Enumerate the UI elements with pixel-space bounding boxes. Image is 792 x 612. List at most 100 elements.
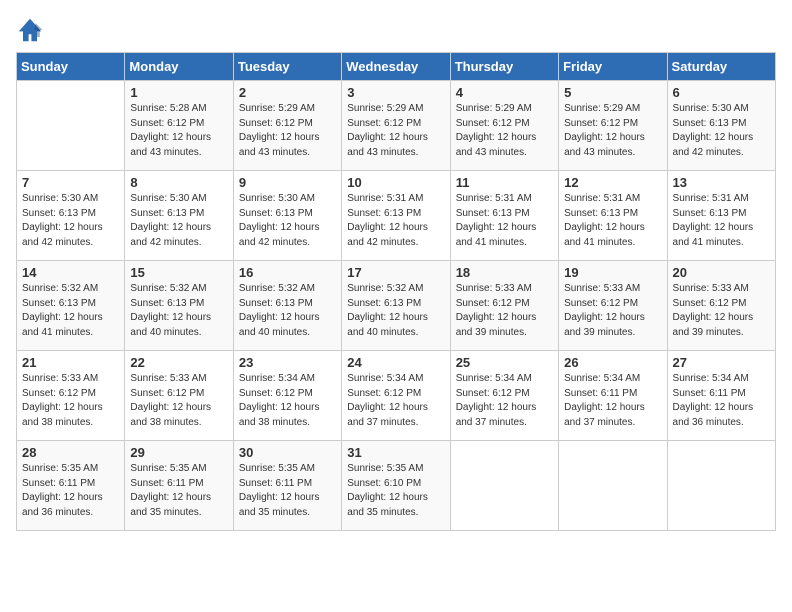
day-number: 29 bbox=[130, 445, 227, 460]
day-cell bbox=[450, 441, 558, 531]
day-number: 13 bbox=[673, 175, 770, 190]
day-info: Sunrise: 5:34 AM Sunset: 6:11 PM Dayligh… bbox=[564, 372, 661, 430]
day-number: 26 bbox=[564, 355, 661, 370]
day-number: 10 bbox=[347, 175, 444, 190]
week-row-4: 21Sunrise: 5:33 AM Sunset: 6:12 PM Dayli… bbox=[17, 351, 776, 441]
day-info: Sunrise: 5:33 AM Sunset: 6:12 PM Dayligh… bbox=[673, 282, 770, 340]
day-number: 15 bbox=[130, 265, 227, 280]
column-header-monday: Monday bbox=[125, 53, 233, 81]
day-info: Sunrise: 5:33 AM Sunset: 6:12 PM Dayligh… bbox=[130, 372, 227, 430]
day-number: 24 bbox=[347, 355, 444, 370]
day-number: 20 bbox=[673, 265, 770, 280]
day-cell: 26 Sunrise: 5:34 AM Sunset: 6:11 PM Dayli… bbox=[559, 351, 667, 441]
day-cell: 7Sunrise: 5:30 AM Sunset: 6:13 PM Daylig… bbox=[17, 171, 125, 261]
day-cell: 20 Sunrise: 5:33 AM Sunset: 6:12 PM Dayli… bbox=[667, 261, 775, 351]
week-row-5: 28 Sunrise: 5:35 AM Sunset: 6:11 PM Dayli… bbox=[17, 441, 776, 531]
day-info: Sunrise: 5:32 AM Sunset: 6:13 PM Dayligh… bbox=[130, 282, 227, 340]
day-number: 22 bbox=[130, 355, 227, 370]
day-info: Sunrise: 5:35 AM Sunset: 6:11 PM Dayligh… bbox=[130, 462, 227, 520]
day-number: 28 bbox=[22, 445, 119, 460]
day-info: Sunrise: 5:30 AM Sunset: 6:13 PM Dayligh… bbox=[673, 102, 770, 160]
logo bbox=[16, 16, 48, 44]
day-cell: 22 Sunrise: 5:33 AM Sunset: 6:12 PM Dayli… bbox=[125, 351, 233, 441]
day-number: 11 bbox=[456, 175, 553, 190]
column-header-tuesday: Tuesday bbox=[233, 53, 341, 81]
logo-icon bbox=[16, 16, 44, 44]
day-number: 23 bbox=[239, 355, 336, 370]
day-info: Sunrise: 5:29 AM Sunset: 6:12 PM Dayligh… bbox=[347, 102, 444, 160]
day-number: 8 bbox=[130, 175, 227, 190]
day-number: 19 bbox=[564, 265, 661, 280]
day-info: Sunrise: 5:30 AM Sunset: 6:13 PM Dayligh… bbox=[130, 192, 227, 250]
day-info: Sunrise: 5:34 AM Sunset: 6:12 PM Dayligh… bbox=[239, 372, 336, 430]
column-header-friday: Friday bbox=[559, 53, 667, 81]
day-number: 14 bbox=[22, 265, 119, 280]
day-cell: 11 Sunrise: 5:31 AM Sunset: 6:13 PM Dayli… bbox=[450, 171, 558, 261]
day-cell: 2 Sunrise: 5:29 AM Sunset: 6:12 PM Daylig… bbox=[233, 81, 341, 171]
column-header-sunday: Sunday bbox=[17, 53, 125, 81]
day-cell: 12 Sunrise: 5:31 AM Sunset: 6:13 PM Dayli… bbox=[559, 171, 667, 261]
day-info: Sunrise: 5:33 AM Sunset: 6:12 PM Dayligh… bbox=[456, 282, 553, 340]
day-cell: 23 Sunrise: 5:34 AM Sunset: 6:12 PM Dayli… bbox=[233, 351, 341, 441]
day-info: Sunrise: 5:33 AM Sunset: 6:12 PM Dayligh… bbox=[564, 282, 661, 340]
day-cell bbox=[17, 81, 125, 171]
day-number: 27 bbox=[673, 355, 770, 370]
day-info: Sunrise: 5:29 AM Sunset: 6:12 PM Dayligh… bbox=[564, 102, 661, 160]
day-cell: 31Sunrise: 5:35 AM Sunset: 6:10 PM Dayli… bbox=[342, 441, 450, 531]
day-cell bbox=[559, 441, 667, 531]
day-number: 25 bbox=[456, 355, 553, 370]
day-cell: 25Sunrise: 5:34 AM Sunset: 6:12 PM Dayli… bbox=[450, 351, 558, 441]
day-number: 31 bbox=[347, 445, 444, 460]
day-info: Sunrise: 5:32 AM Sunset: 6:13 PM Dayligh… bbox=[239, 282, 336, 340]
day-cell: 27 Sunrise: 5:34 AM Sunset: 6:11 PM Dayli… bbox=[667, 351, 775, 441]
day-number: 30 bbox=[239, 445, 336, 460]
day-number: 17 bbox=[347, 265, 444, 280]
day-cell: 3Sunrise: 5:29 AM Sunset: 6:12 PM Daylig… bbox=[342, 81, 450, 171]
day-info: Sunrise: 5:34 AM Sunset: 6:11 PM Dayligh… bbox=[673, 372, 770, 430]
day-info: Sunrise: 5:31 AM Sunset: 6:13 PM Dayligh… bbox=[564, 192, 661, 250]
week-row-2: 7Sunrise: 5:30 AM Sunset: 6:13 PM Daylig… bbox=[17, 171, 776, 261]
day-info: Sunrise: 5:30 AM Sunset: 6:13 PM Dayligh… bbox=[239, 192, 336, 250]
day-cell: 30 Sunrise: 5:35 AM Sunset: 6:11 PM Dayli… bbox=[233, 441, 341, 531]
day-info: Sunrise: 5:31 AM Sunset: 6:13 PM Dayligh… bbox=[456, 192, 553, 250]
column-header-wednesday: Wednesday bbox=[342, 53, 450, 81]
day-cell: 5 Sunrise: 5:29 AM Sunset: 6:12 PM Daylig… bbox=[559, 81, 667, 171]
day-cell: 9 Sunrise: 5:30 AM Sunset: 6:13 PM Daylig… bbox=[233, 171, 341, 261]
day-number: 6 bbox=[673, 85, 770, 100]
day-info: Sunrise: 5:32 AM Sunset: 6:13 PM Dayligh… bbox=[22, 282, 119, 340]
day-info: Sunrise: 5:28 AM Sunset: 6:12 PM Dayligh… bbox=[130, 102, 227, 160]
column-header-thursday: Thursday bbox=[450, 53, 558, 81]
day-cell: 18Sunrise: 5:33 AM Sunset: 6:12 PM Dayli… bbox=[450, 261, 558, 351]
day-info: Sunrise: 5:35 AM Sunset: 6:11 PM Dayligh… bbox=[239, 462, 336, 520]
day-cell: 29 Sunrise: 5:35 AM Sunset: 6:11 PM Dayli… bbox=[125, 441, 233, 531]
day-cell: 15 Sunrise: 5:32 AM Sunset: 6:13 PM Dayli… bbox=[125, 261, 233, 351]
day-cell: 1Sunrise: 5:28 AM Sunset: 6:12 PM Daylig… bbox=[125, 81, 233, 171]
day-cell bbox=[667, 441, 775, 531]
day-cell: 4 Sunrise: 5:29 AM Sunset: 6:12 PM Daylig… bbox=[450, 81, 558, 171]
day-info: Sunrise: 5:31 AM Sunset: 6:13 PM Dayligh… bbox=[347, 192, 444, 250]
day-number: 9 bbox=[239, 175, 336, 190]
week-row-1: 1Sunrise: 5:28 AM Sunset: 6:12 PM Daylig… bbox=[17, 81, 776, 171]
calendar-table: SundayMondayTuesdayWednesdayThursdayFrid… bbox=[16, 52, 776, 531]
day-info: Sunrise: 5:29 AM Sunset: 6:12 PM Dayligh… bbox=[456, 102, 553, 160]
day-number: 4 bbox=[456, 85, 553, 100]
day-number: 12 bbox=[564, 175, 661, 190]
week-row-3: 14 Sunrise: 5:32 AM Sunset: 6:13 PM Dayli… bbox=[17, 261, 776, 351]
day-cell: 19 Sunrise: 5:33 AM Sunset: 6:12 PM Dayli… bbox=[559, 261, 667, 351]
day-number: 2 bbox=[239, 85, 336, 100]
day-cell: 6 Sunrise: 5:30 AM Sunset: 6:13 PM Daylig… bbox=[667, 81, 775, 171]
day-cell: 17 Sunrise: 5:32 AM Sunset: 6:13 PM Dayli… bbox=[342, 261, 450, 351]
day-cell: 28 Sunrise: 5:35 AM Sunset: 6:11 PM Dayli… bbox=[17, 441, 125, 531]
day-info: Sunrise: 5:33 AM Sunset: 6:12 PM Dayligh… bbox=[22, 372, 119, 430]
day-info: Sunrise: 5:35 AM Sunset: 6:11 PM Dayligh… bbox=[22, 462, 119, 520]
day-number: 16 bbox=[239, 265, 336, 280]
day-info: Sunrise: 5:29 AM Sunset: 6:12 PM Dayligh… bbox=[239, 102, 336, 160]
day-info: Sunrise: 5:32 AM Sunset: 6:13 PM Dayligh… bbox=[347, 282, 444, 340]
day-cell: 24 Sunrise: 5:34 AM Sunset: 6:12 PM Dayli… bbox=[342, 351, 450, 441]
day-info: Sunrise: 5:34 AM Sunset: 6:12 PM Dayligh… bbox=[347, 372, 444, 430]
day-cell: 16 Sunrise: 5:32 AM Sunset: 6:13 PM Dayli… bbox=[233, 261, 341, 351]
day-number: 5 bbox=[564, 85, 661, 100]
day-cell: 10 Sunrise: 5:31 AM Sunset: 6:13 PM Dayli… bbox=[342, 171, 450, 261]
day-info: Sunrise: 5:31 AM Sunset: 6:13 PM Dayligh… bbox=[673, 192, 770, 250]
day-cell: 8 Sunrise: 5:30 AM Sunset: 6:13 PM Daylig… bbox=[125, 171, 233, 261]
